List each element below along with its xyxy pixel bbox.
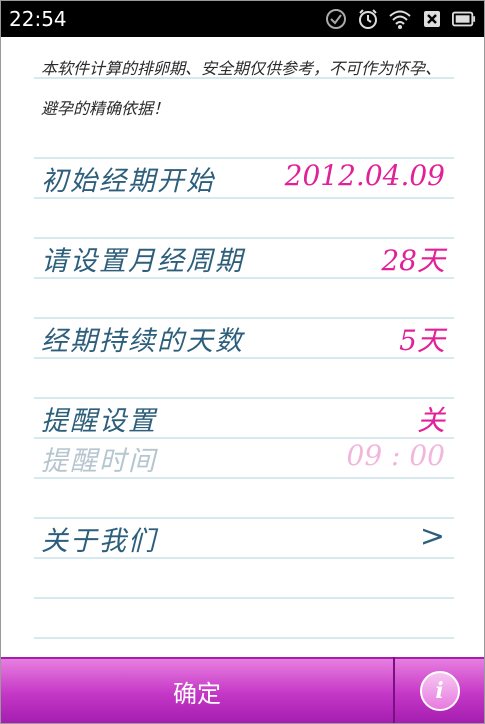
setting-label: 经期持续的天数: [41, 326, 244, 357]
info-icon: i: [419, 671, 460, 711]
status-icons: [324, 7, 476, 31]
wifi-icon: [388, 7, 412, 31]
alarm-clock-icon: [356, 7, 380, 31]
setting-period-duration[interactable]: 经期持续的天数 5天: [41, 319, 445, 359]
bottom-bar: 确定 i: [1, 657, 484, 723]
setting-about-us[interactable]: 关于我们 >: [41, 519, 445, 559]
setting-cycle-length[interactable]: 请设置月经周期 28天: [41, 239, 445, 279]
setting-label: 提醒时间: [41, 446, 157, 477]
ruled-line: [34, 637, 454, 639]
setting-reminder-time: 提醒时间 09 : 00: [41, 439, 445, 479]
setting-value: 5天: [399, 324, 445, 357]
confirm-button[interactable]: 确定: [1, 657, 393, 723]
ruled-line: [34, 597, 454, 599]
status-time: 22:54: [9, 7, 67, 31]
no-sim-icon: [420, 7, 444, 31]
chevron-right-icon: >: [419, 519, 445, 554]
setting-label: 初始经期开始: [41, 166, 215, 197]
setting-value: 28天: [381, 244, 445, 277]
status-bar: 22:54: [1, 1, 484, 37]
setting-label: 请设置月经周期: [41, 246, 244, 277]
setting-value: 09 : 00: [346, 439, 446, 472]
setting-label: 提醒设置: [41, 406, 157, 437]
reminder-toggle-value[interactable]: 关: [417, 399, 445, 439]
app-screen: 22:54 本软件计算的排卵期、安全期仅供参考，不可作为怀孕、避孕的精确依据！ …: [0, 0, 485, 724]
info-button[interactable]: i: [395, 657, 484, 723]
check-circle-icon: [324, 7, 348, 31]
setting-reminder-toggle[interactable]: 提醒设置 关: [41, 399, 445, 439]
disclaimer-text: 本软件计算的排卵期、安全期仅供参考，不可作为怀孕、避孕的精确依据！: [41, 59, 442, 118]
battery-icon: [452, 7, 476, 31]
setting-value: 2012.04.09: [284, 159, 445, 192]
setting-label: 关于我们: [41, 526, 157, 557]
notebook-paper: 本软件计算的排卵期、安全期仅供参考，不可作为怀孕、避孕的精确依据！ 初始经期开始…: [1, 37, 484, 657]
setting-initial-period-start[interactable]: 初始经期开始 2012.04.09: [41, 159, 445, 199]
